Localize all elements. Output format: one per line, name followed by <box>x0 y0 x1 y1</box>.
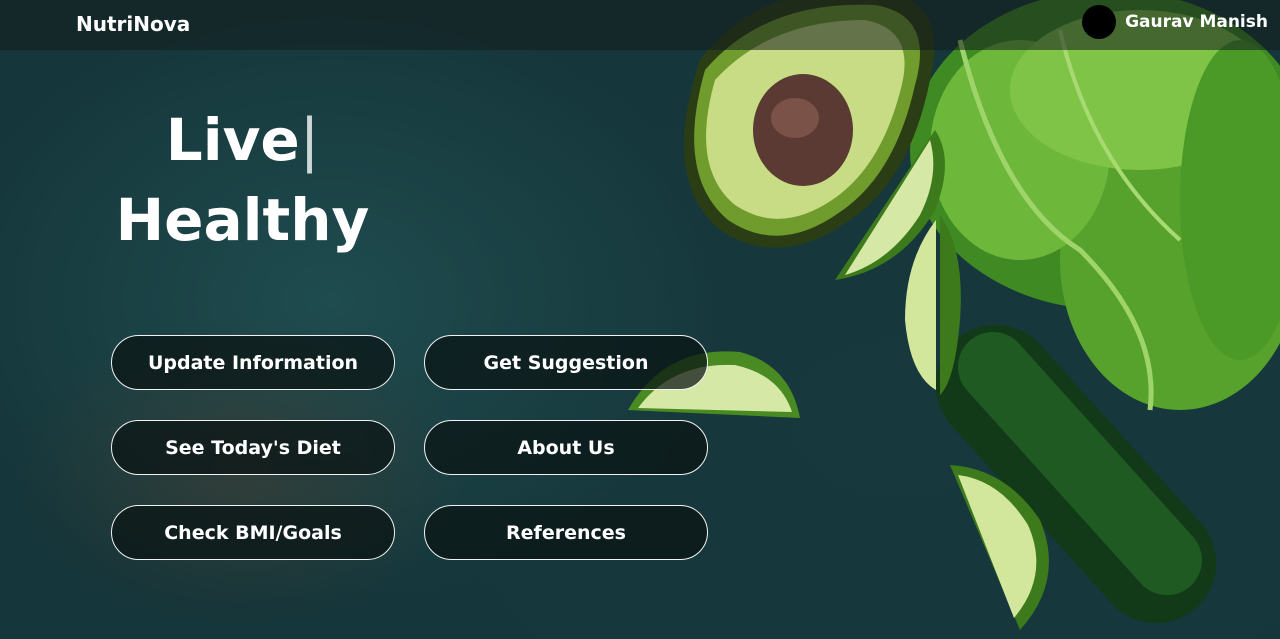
update-information-button[interactable]: Update Information <box>111 335 395 390</box>
see-todays-diet-button[interactable]: See Today's Diet <box>111 420 395 475</box>
avatar-icon[interactable] <box>1082 5 1117 39</box>
hero-title: Live| Healthy <box>0 100 485 260</box>
user-menu[interactable]: Gaurav Manish <box>1082 5 1268 39</box>
check-bmi-goals-button[interactable]: Check BMI/Goals <box>111 505 395 560</box>
action-buttons-grid: Update Information Get Suggestion See To… <box>111 335 708 560</box>
hero-line-1: Live| <box>0 100 485 180</box>
brand-logo[interactable]: NutriNova <box>76 12 190 36</box>
about-us-button[interactable]: About Us <box>424 420 708 475</box>
references-button[interactable]: References <box>424 505 708 560</box>
typing-cursor: | <box>299 106 320 174</box>
user-name[interactable]: Gaurav Manish <box>1125 12 1268 32</box>
hero-word-live: Live <box>165 106 300 174</box>
hero-line-2: Healthy <box>115 186 370 254</box>
top-navbar: NutriNova Gaurav Manish <box>0 0 1280 50</box>
get-suggestion-button[interactable]: Get Suggestion <box>424 335 708 390</box>
